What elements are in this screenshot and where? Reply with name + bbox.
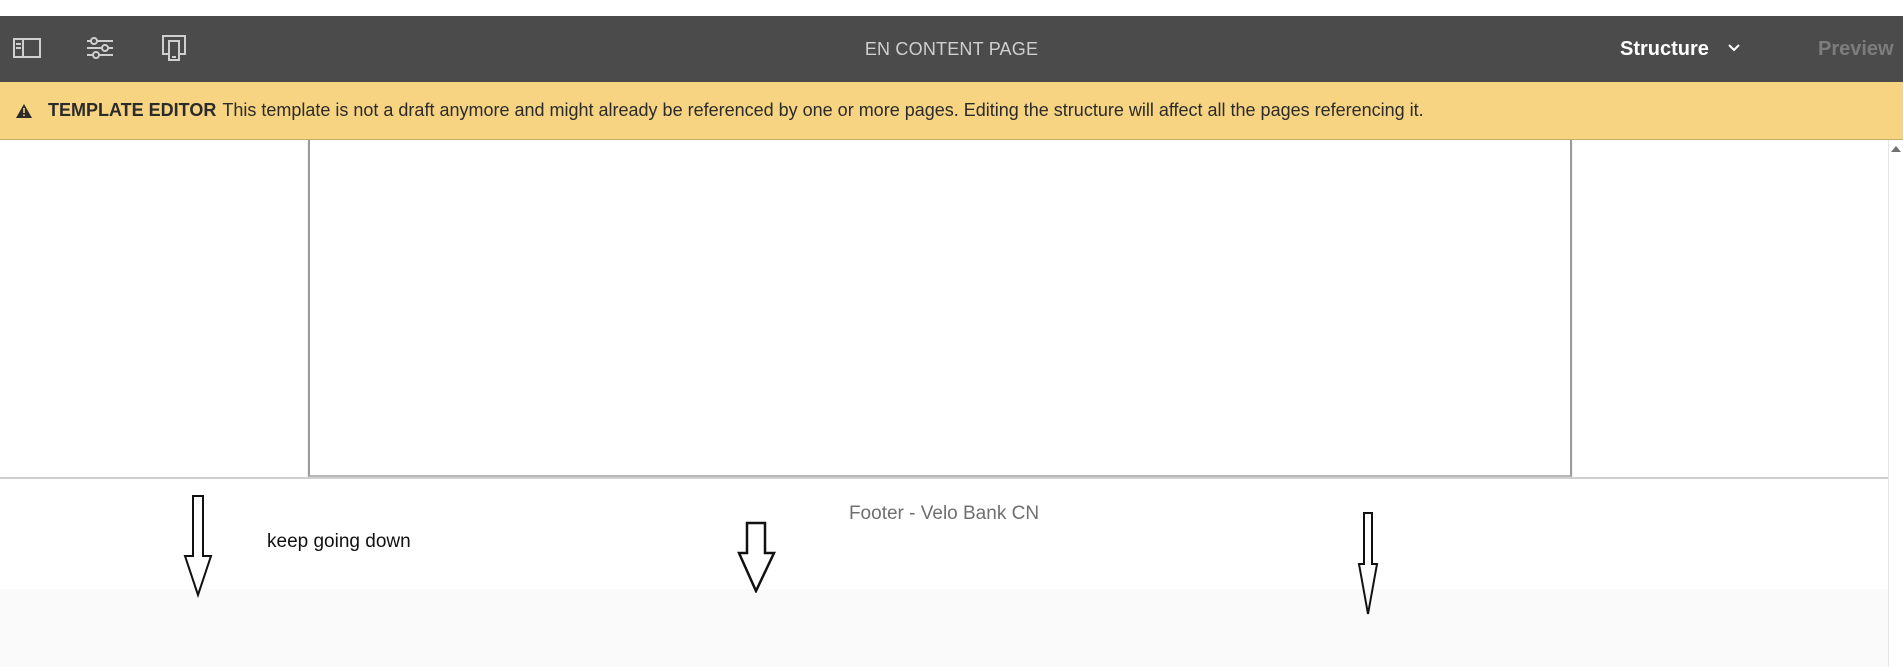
annotation-text: keep going down	[267, 531, 411, 552]
warning-message: This template is not a draft anymore and…	[222, 100, 1424, 120]
template-editor-warning-banner: TEMPLATE EDITOR This template is not a d…	[0, 82, 1903, 140]
layout-container[interactable]	[308, 140, 1572, 477]
warning-label: TEMPLATE EDITOR	[48, 100, 217, 120]
footer-component[interactable]: Footer - Velo Bank CN keep going down	[0, 479, 1888, 667]
alert-icon	[16, 102, 34, 120]
vertical-scrollbar[interactable]	[1888, 140, 1903, 667]
window-top-strip	[0, 0, 1903, 16]
mode-selector[interactable]: Structure	[1620, 16, 1741, 82]
chevron-down-icon	[1727, 40, 1741, 58]
page-title: EN CONTENT PAGE	[864, 39, 1039, 59]
down-arrow-icon	[737, 521, 776, 593]
down-arrow-icon	[1357, 512, 1379, 615]
editor-toolbar: EN CONTENT PAGE Structure Preview	[0, 16, 1903, 82]
down-arrow-icon	[183, 495, 213, 598]
preview-button[interactable]: Preview	[1818, 16, 1894, 82]
footer-label: Footer - Velo Bank CN	[848, 503, 1040, 524]
mode-selector-label: Structure	[1620, 37, 1709, 60]
scroll-up-icon[interactable]	[1891, 146, 1901, 152]
editor-canvas: Footer - Velo Bank CN keep going down	[0, 140, 1888, 667]
